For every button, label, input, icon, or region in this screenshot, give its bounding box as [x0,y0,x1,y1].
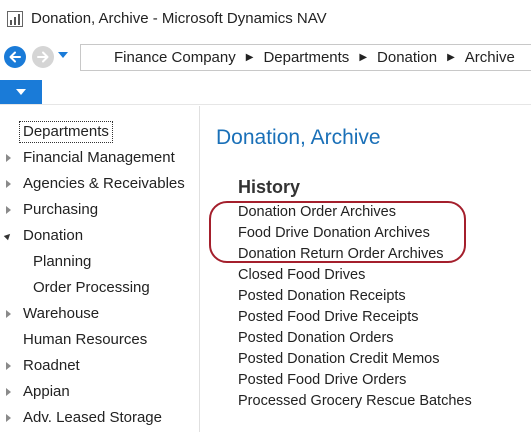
dynamics-nav-app-icon [7,11,23,27]
back-button[interactable] [4,46,26,68]
sidebar-item-purchasing[interactable]: Purchasing [0,199,199,221]
expand-arrow-icon[interactable] [6,206,11,214]
expand-arrow-icon[interactable] [6,362,11,370]
forward-button[interactable] [32,46,54,68]
link-posted-food-drive-receipts[interactable]: Posted Food Drive Receipts [238,307,419,327]
sidebar-item-label: Planning [33,253,92,270]
ribbon-divider [0,104,531,105]
expand-arrow-icon[interactable] [6,388,11,396]
sidebar-item-departments[interactable]: Departments [0,121,199,143]
arrow-right-icon [37,51,49,63]
link-processed-grocery-rescue-batches[interactable]: Processed Grocery Rescue Batches [238,391,472,411]
link-closed-food-drives[interactable]: Closed Food Drives [238,265,365,285]
arrow-left-icon [9,51,21,63]
breadcrumb-archive[interactable]: Archive [465,49,515,66]
expand-arrow-icon[interactable] [6,310,11,318]
history-dropdown-icon[interactable] [58,52,68,58]
sidebar-item-adv-leased-storage[interactable]: Adv. Leased Storage [0,407,199,429]
sidebar-item-appian[interactable]: Appian [0,381,199,403]
navigation-bar: Finance Company ▶ Departments ▶ Donation… [0,40,531,76]
sidebar-item-label: Appian [23,383,70,400]
link-posted-donation-orders[interactable]: Posted Donation Orders [238,328,394,348]
page-title: Donation, Archive [216,126,381,149]
sidebar-item-label: Agencies & Receivables [23,175,185,192]
section-title-history: History [238,177,301,197]
breadcrumb-separator-icon[interactable]: ▶ [246,52,254,63]
sidebar-item-label: Human Resources [23,331,148,348]
link-posted-food-drive-orders[interactable]: Posted Food Drive Orders [238,370,406,390]
sidebar-item-financial-management[interactable]: Financial Management [0,147,199,169]
ribbon-menu-button[interactable] [0,80,42,104]
sidebar-item-donation[interactable]: Donation [0,225,199,247]
sidebar-item-label: Financial Management [23,149,175,166]
expand-arrow-icon[interactable] [6,414,11,422]
breadcrumb-separator-icon[interactable]: ▶ [447,52,455,63]
title-bar: Donation, Archive - Microsoft Dynamics N… [0,0,531,38]
sidebar-item-label: Warehouse [23,305,100,322]
sidebar-item-agencies-receivables[interactable]: Agencies & Receivables [0,173,199,195]
sidebar-item-warehouse[interactable]: Warehouse [0,303,199,325]
breadcrumb-donation[interactable]: Donation [377,49,437,66]
sidebar-item-roadnet[interactable]: Roadnet [0,355,199,377]
breadcrumb-separator-icon[interactable]: ▶ [359,52,367,63]
expand-arrow-icon[interactable] [6,180,11,188]
breadcrumb-departments[interactable]: Departments [263,49,349,66]
sidebar-item-label: Roadnet [23,357,80,374]
collapse-arrow-icon[interactable] [3,231,13,241]
content-area: Donation, Archive History Donation Order… [200,106,531,432]
sidebar-item-human-resources[interactable]: Human Resources [0,329,199,351]
sidebar-item-label: Purchasing [23,201,99,218]
link-posted-donation-credit-memos[interactable]: Posted Donation Credit Memos [238,349,440,369]
navigation-pane: Departments Financial Management Agencie… [0,106,200,432]
sidebar-item-planning[interactable]: Planning [0,251,199,273]
sidebar-item-label: Order Processing [33,279,150,296]
breadcrumb-company[interactable]: Finance Company [114,49,236,66]
annotation-highlight [209,201,466,263]
caret-down-icon [16,89,26,95]
sidebar-item-order-processing[interactable]: Order Processing [0,277,199,299]
sidebar-item-label: Adv. Leased Storage [23,409,162,426]
sidebar-item-label: Departments [19,121,113,143]
sidebar-item-label: Donation [23,227,84,244]
window-title: Donation, Archive - Microsoft Dynamics N… [31,10,327,27]
expand-arrow-icon[interactable] [6,154,11,162]
address-bar[interactable]: Finance Company ▶ Departments ▶ Donation… [80,44,531,71]
link-posted-donation-receipts[interactable]: Posted Donation Receipts [238,286,406,306]
